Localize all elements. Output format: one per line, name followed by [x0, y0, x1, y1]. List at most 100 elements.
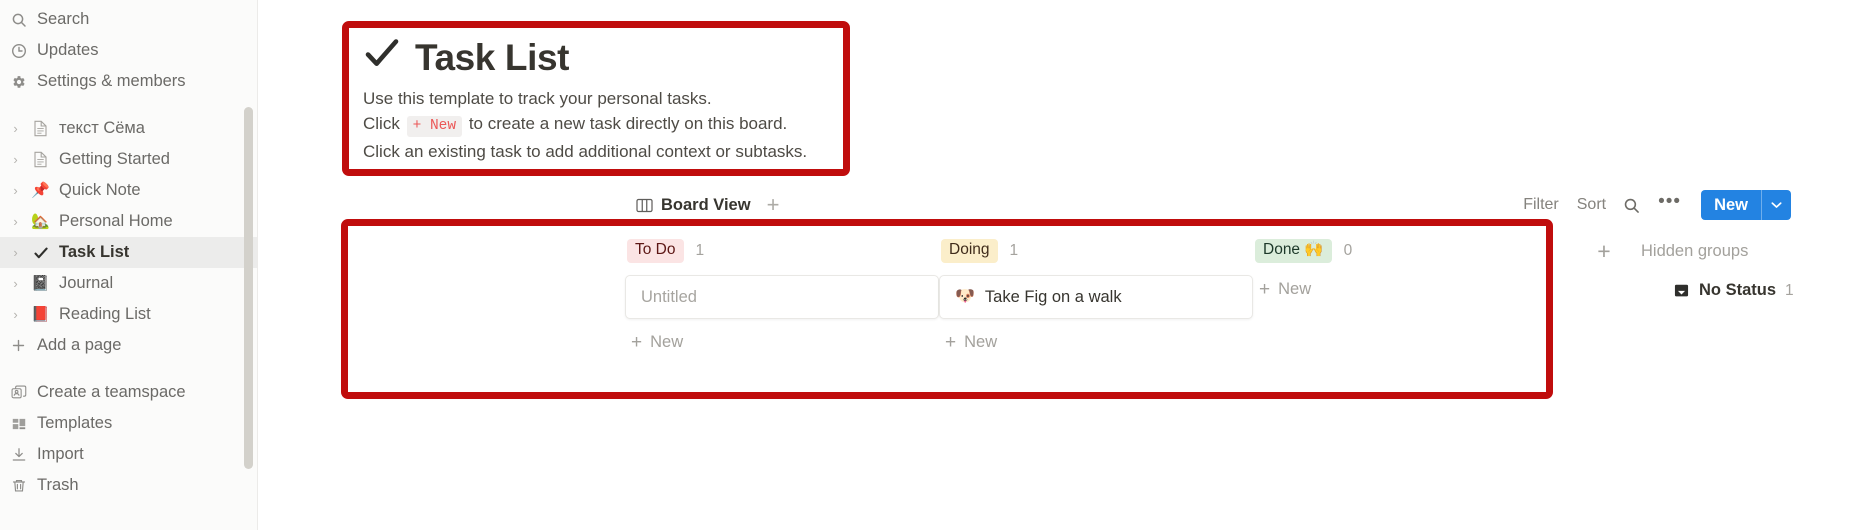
document-icon	[31, 150, 50, 169]
plus-icon	[9, 336, 28, 355]
chevron-right-icon[interactable]: ›	[9, 277, 22, 290]
search-icon[interactable]	[1615, 194, 1648, 217]
board-card[interactable]: Untitled	[625, 275, 939, 319]
add-view-button[interactable]: +	[767, 194, 780, 216]
hidden-group-count: 1	[1785, 281, 1794, 299]
new-button[interactable]: New	[1701, 190, 1791, 220]
sidebar-item-reading-list[interactable]: › 📕 Reading List	[0, 299, 257, 330]
chevron-right-icon[interactable]: ›	[9, 215, 22, 228]
import-icon	[9, 445, 28, 464]
sidebar-item-settings[interactable]: Settings & members	[0, 66, 257, 97]
callout-line-3: Click an existing task to add additional…	[363, 142, 808, 161]
sidebar-item-getting-started[interactable]: › Getting Started	[0, 144, 257, 175]
house-icon: 🏡	[31, 212, 50, 231]
document-icon	[31, 119, 50, 138]
sidebar-add-page-label: Add a page	[37, 336, 122, 354]
board-view: To Do 1 Untitled + New Doing 1 🐶 Take Fi…	[625, 239, 1798, 357]
status-badge[interactable]: To Do	[627, 239, 684, 263]
teamspace-icon	[9, 383, 28, 402]
board-card[interactable]: 🐶 Take Fig on a walk	[939, 275, 1253, 319]
add-group-button[interactable]: +	[1597, 240, 1610, 263]
sidebar-item-label: Getting Started	[59, 150, 170, 168]
sidebar-item-search[interactable]: Search	[0, 4, 257, 35]
sidebar-item-import[interactable]: Import	[0, 439, 257, 470]
checkmark-icon	[31, 243, 50, 262]
plus-icon: +	[631, 332, 643, 353]
chevron-right-icon[interactable]: ›	[9, 246, 22, 259]
hidden-groups-title: Hidden groups	[1641, 241, 1749, 260]
add-card-button[interactable]: + New	[1253, 275, 1567, 304]
sidebar-add-page[interactable]: Add a page	[0, 330, 257, 361]
book-icon: 📕	[31, 305, 50, 324]
page-title: Task List	[415, 37, 570, 79]
callout-line2-before: Click	[363, 114, 400, 133]
gear-icon	[9, 72, 28, 91]
checkmark-icon	[363, 34, 401, 79]
filter-button[interactable]: Filter	[1514, 193, 1568, 217]
templates-icon	[9, 414, 28, 433]
sidebar-item-tekst-syoma[interactable]: › текст Сёма	[0, 113, 257, 144]
chevron-right-icon[interactable]: ›	[9, 122, 22, 135]
status-badge[interactable]: Doing	[941, 239, 998, 263]
column-count: 1	[1009, 242, 1019, 259]
callout-line-1: Use this template to track your personal…	[363, 89, 712, 108]
callout-line2-after: to create a new task directly on this bo…	[468, 114, 788, 133]
clock-icon	[9, 41, 28, 60]
chevron-right-icon[interactable]: ›	[9, 184, 22, 197]
board-column-todo: To Do 1 Untitled + New	[625, 239, 939, 357]
sidebar-item-label: Templates	[37, 414, 113, 432]
plus-icon: +	[1259, 279, 1271, 300]
sidebar-item-quick-note[interactable]: › 📌 Quick Note	[0, 175, 257, 206]
sidebar-item-label: Task List	[59, 243, 130, 261]
hidden-group-no-status[interactable]: No Status 1	[1641, 275, 1798, 306]
sort-button[interactable]: Sort	[1568, 193, 1615, 217]
sidebar-scrollbar[interactable]	[244, 107, 253, 469]
sidebar-divider-gap-2	[0, 361, 257, 377]
view-toolbar: Board View + Filter Sort ••• New	[632, 190, 1875, 220]
card-title: Take Fig on a walk	[984, 287, 1122, 306]
hidden-group-label: No Status	[1699, 281, 1777, 299]
chevron-right-icon[interactable]: ›	[9, 153, 22, 166]
tray-icon	[1673, 283, 1690, 298]
column-header: Done 🙌 0	[1253, 239, 1567, 263]
dog-emoji-icon: 🐶	[955, 288, 975, 305]
sidebar-item-journal[interactable]: › 📓 Journal	[0, 268, 257, 299]
tab-board-view[interactable]: Board View	[632, 194, 755, 217]
sidebar-item-personal-home[interactable]: › 🏡 Personal Home	[0, 206, 257, 237]
pushpin-emoji: 📌	[31, 182, 50, 199]
add-card-button[interactable]: + New	[939, 328, 1253, 357]
sidebar-item-create-teamspace[interactable]: Create a teamspace	[0, 377, 257, 408]
more-options-button[interactable]: •••	[1648, 192, 1691, 218]
add-card-label: New	[964, 333, 998, 351]
chevron-down-icon[interactable]	[1762, 190, 1791, 220]
status-badge[interactable]: Done 🙌	[1255, 239, 1332, 263]
add-card-label: New	[1278, 280, 1312, 298]
sidebar-item-updates[interactable]: Updates	[0, 35, 257, 66]
sidebar-item-templates[interactable]: Templates	[0, 408, 257, 439]
sidebar-item-label: Settings & members	[37, 72, 186, 90]
sidebar-item-task-list[interactable]: › Task List	[0, 237, 257, 268]
add-group-column: +	[1567, 240, 1641, 263]
notebook-icon: 📓	[31, 274, 50, 293]
column-header: Doing 1	[939, 239, 1253, 263]
add-card-label: New	[650, 333, 684, 351]
sidebar-item-trash[interactable]: Trash	[0, 470, 257, 501]
sidebar: Search Updates Settings & members › текс…	[0, 0, 258, 530]
sidebar-item-label: Create a teamspace	[37, 383, 186, 401]
card-title-placeholder: Untitled	[641, 287, 697, 306]
column-count: 0	[1343, 242, 1353, 259]
house-emoji: 🏡	[31, 213, 50, 230]
sidebar-item-label: Updates	[37, 41, 99, 59]
plus-icon: +	[945, 332, 957, 353]
app-root: Search Updates Settings & members › текс…	[0, 0, 1875, 530]
tab-board-view-label: Board View	[661, 195, 751, 214]
view-toolbar-right: Filter Sort ••• New	[1514, 190, 1791, 220]
new-button-label[interactable]: New	[1701, 190, 1761, 220]
add-card-button[interactable]: + New	[625, 328, 939, 357]
board-column-doing: Doing 1 🐶 Take Fig on a walk + New	[939, 239, 1253, 357]
pushpin-icon: 📌	[31, 181, 50, 200]
main-content: Task List Use this template to track you…	[258, 0, 1875, 530]
sidebar-divider-gap	[0, 97, 257, 113]
chevron-right-icon[interactable]: ›	[9, 308, 22, 321]
page-title-row: Task List	[363, 38, 833, 79]
